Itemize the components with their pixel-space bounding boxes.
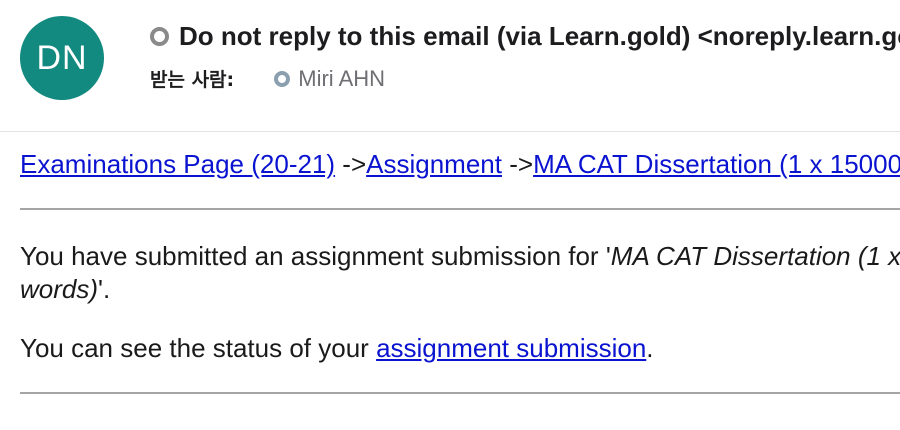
submission-message: You have submitted an assignment submiss… bbox=[20, 240, 900, 310]
breadcrumb: Examinations Page (20-21) ->Assignment -… bbox=[20, 148, 900, 181]
horizontal-rule bbox=[20, 208, 900, 210]
breadcrumb-link-assignment[interactable]: Assignment bbox=[366, 149, 502, 179]
recipient-name: Miri AHN bbox=[298, 66, 386, 91]
assignment-title: MA CAT Dissertation (1 x 15000 bbox=[610, 241, 900, 271]
header-divider bbox=[0, 131, 900, 132]
message-text: '. bbox=[98, 274, 111, 304]
sender-name[interactable]: Do not reply to this email (via Learn.go… bbox=[179, 21, 900, 51]
sender-line: Do not reply to this email (via Learn.go… bbox=[150, 16, 900, 56]
horizontal-rule bbox=[20, 392, 900, 394]
recipient-status-icon bbox=[274, 71, 291, 88]
recipient-label: 받는 사람: bbox=[150, 69, 235, 91]
assignment-title-continued: words) bbox=[20, 274, 99, 304]
breadcrumb-separator: -> bbox=[342, 149, 367, 179]
status-text-end: . bbox=[646, 333, 654, 363]
message-text: You have submitted an assignment submiss… bbox=[20, 241, 611, 271]
email-header: DN Do not reply to this email (via Learn… bbox=[0, 0, 900, 132]
message-line: You have submitted an assignment submiss… bbox=[20, 240, 900, 273]
assignment-submission-link[interactable]: assignment submission bbox=[376, 333, 646, 363]
sender-avatar[interactable]: DN bbox=[20, 16, 104, 100]
email-view: DN Do not reply to this email (via Learn… bbox=[0, 0, 900, 430]
breadcrumb-link-examinations[interactable]: Examinations Page (20-21) bbox=[20, 149, 335, 179]
recipient-chip[interactable]: Miri AHN bbox=[274, 66, 385, 91]
breadcrumb-link-dissertation[interactable]: MA CAT Dissertation (1 x 15000 bbox=[533, 149, 900, 179]
sender-status-icon bbox=[150, 26, 169, 46]
recipient-line: 받는 사람: Miri AHN bbox=[150, 62, 385, 96]
message-line: words)'. bbox=[20, 273, 900, 306]
status-text: You can see the status of your bbox=[20, 333, 377, 363]
status-message: You can see the status of your assignmen… bbox=[20, 332, 900, 365]
breadcrumb-separator: -> bbox=[509, 149, 534, 179]
